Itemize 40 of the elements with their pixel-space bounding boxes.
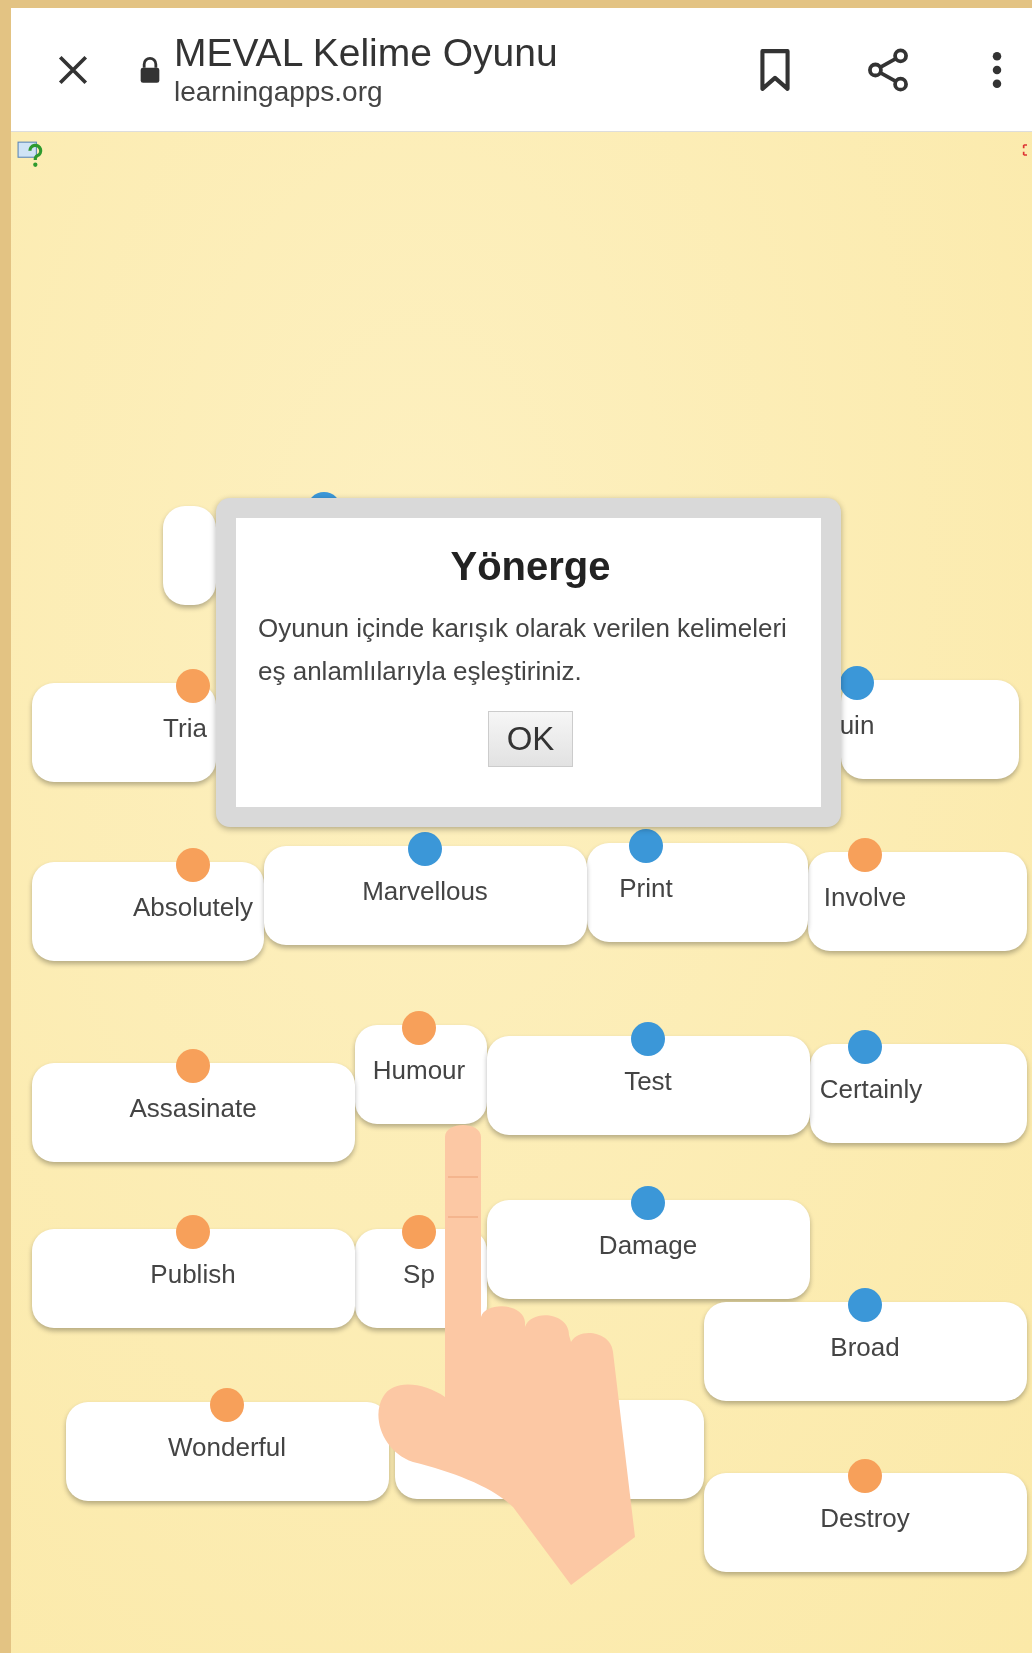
card-word: Damage bbox=[598, 1229, 698, 1262]
card-word: Certainly bbox=[819, 1073, 923, 1106]
word-card[interactable]: Publish bbox=[32, 1229, 355, 1328]
share-icon[interactable] bbox=[866, 47, 910, 92]
dialog-title: Yönerge bbox=[450, 544, 611, 589]
word-card[interactable]: Marvellous bbox=[264, 846, 587, 945]
word-card[interactable]: Assasinate bbox=[32, 1063, 355, 1162]
page-url: learningapps.org bbox=[174, 74, 384, 109]
word-card[interactable]: Wonderful bbox=[66, 1402, 389, 1501]
page-title: MEVAL Kelime Oyunu bbox=[174, 30, 559, 75]
card-word: Marvellous bbox=[362, 875, 488, 908]
dialog-message: Oyunun içinde karışık olarak verilen kelimeleri eş anlamlılarıyla eşleştiriniz. bbox=[258, 612, 788, 688]
card-word: Sp bbox=[403, 1258, 435, 1291]
more-icon[interactable] bbox=[992, 49, 1002, 90]
ok-button[interactable]: OK bbox=[487, 711, 574, 767]
word-card[interactable]: Involve bbox=[808, 852, 1027, 951]
card-word: Involve bbox=[823, 881, 907, 914]
card-word: Humour bbox=[372, 1054, 466, 1087]
word-card[interactable]: Humour bbox=[355, 1025, 487, 1124]
card-word: Print bbox=[619, 872, 673, 905]
card-word: Test bbox=[624, 1065, 672, 1098]
card-word: Tria bbox=[163, 712, 207, 745]
word-card[interactable]: uin bbox=[841, 680, 1019, 779]
card-word: Wonderful bbox=[168, 1431, 286, 1464]
card-word: Destroy bbox=[820, 1502, 910, 1535]
word-card[interactable]: Certainly bbox=[810, 1044, 1027, 1143]
card-word: Assasinate bbox=[129, 1092, 257, 1125]
card-word: Broad bbox=[830, 1331, 900, 1364]
lock-icon bbox=[138, 55, 162, 84]
card-word: Publish bbox=[150, 1258, 236, 1291]
card-word: Absolutely bbox=[133, 891, 253, 924]
word-card[interactable]: Broad bbox=[704, 1302, 1027, 1401]
card-word: uin bbox=[839, 709, 875, 742]
word-card[interactable]: Destroy bbox=[704, 1473, 1027, 1572]
word-card[interactable]: Test bbox=[487, 1036, 810, 1135]
help-icon[interactable] bbox=[17, 140, 45, 168]
word-card[interactable]: Damage bbox=[487, 1200, 810, 1299]
word-card[interactable]: Print bbox=[587, 843, 808, 942]
word-card[interactable]: Absolutely bbox=[32, 862, 264, 961]
word-card[interactable]: Tria bbox=[32, 683, 216, 782]
